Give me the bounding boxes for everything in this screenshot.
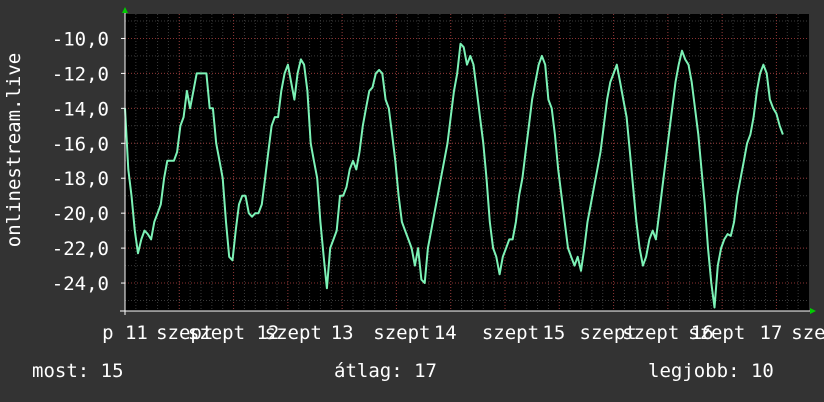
x-tick-label: 14 [434, 322, 457, 344]
x-tick-label: szept [688, 322, 745, 344]
x-tick-label: szept [265, 322, 322, 344]
x-axis-ticks: p 11 szeptszept 12szept 13 szept 14 szept 15 sz… [102, 322, 824, 344]
y-axis-label: onlinestream.live [2, 20, 26, 280]
y-axis-ticks: -10,0 -12,0 -14,0 -16,0 -18,0 -20,0 -22,0 -24,0 [52, 28, 125, 295]
stat-best: legjobb: 10 [648, 360, 774, 382]
y-tick-label: -20,0 [52, 203, 109, 225]
x-tick-label: szept [482, 322, 539, 344]
y-tick-label: -10,0 [52, 28, 109, 50]
footer-stats: most: 15 átlag: 17 legjobb: 10 [0, 360, 824, 390]
stat-average: átlag: 17 [334, 360, 437, 382]
line-chart: -10,0 -12,0 -14,0 -16,0 -18,0 -20,0 -22,0 -24,0… [52, 7, 824, 344]
x-tick-label: 17 [760, 322, 783, 344]
y-axis-arrow-icon [122, 7, 128, 13]
y-tick-label: -18,0 [52, 168, 109, 190]
plot-background [125, 14, 809, 311]
x-tick-label: p 11 [102, 322, 148, 344]
x-axis-arrow-icon [810, 308, 816, 314]
y-tick-label: -16,0 [52, 133, 109, 155]
y-tick-label: -12,0 [52, 63, 109, 85]
y-axis-label-text: onlinestream.live [3, 52, 25, 248]
x-tick-label: szept [791, 322, 824, 344]
x-tick-label: szept [373, 322, 430, 344]
y-tick-label: -14,0 [52, 98, 109, 120]
x-tick-label: 15 [542, 322, 565, 344]
x-tick-label: 13 [331, 322, 354, 344]
stat-now: most: 15 [32, 360, 124, 382]
y-tick-label: -22,0 [52, 238, 109, 260]
y-tick-label: -24,0 [52, 273, 109, 295]
